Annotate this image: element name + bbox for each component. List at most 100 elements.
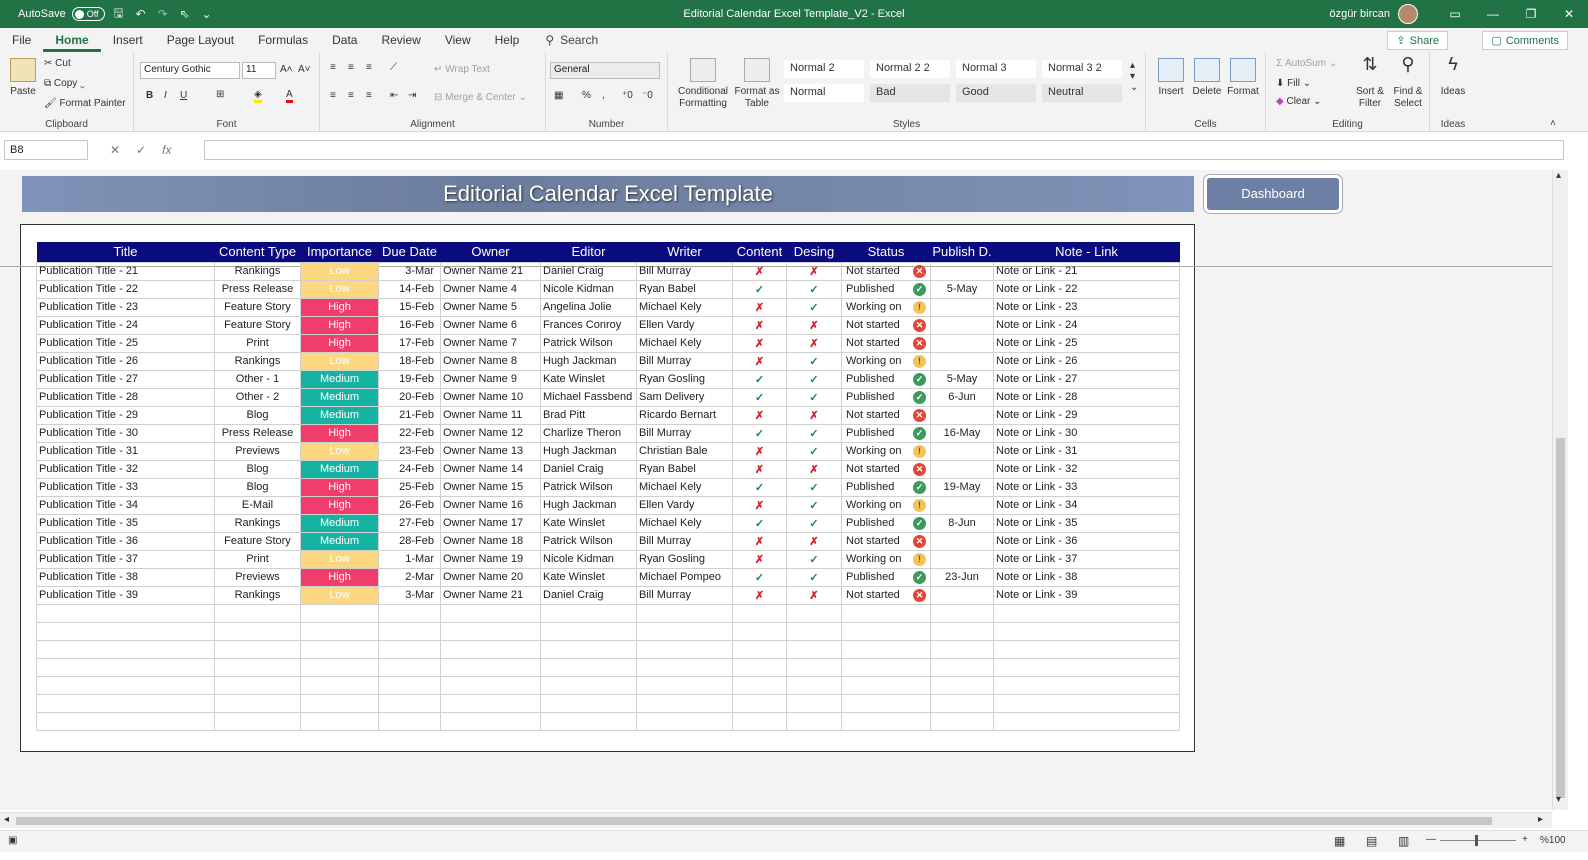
- empty-cell[interactable]: [841, 657, 931, 677]
- cell-importance[interactable]: Medium: [300, 387, 379, 407]
- empty-cell[interactable]: [993, 621, 1180, 641]
- col-header-content[interactable]: Content: [732, 242, 787, 262]
- cell-note-link[interactable]: Note or Link - 23: [993, 297, 1180, 317]
- style-bad[interactable]: Bad: [870, 84, 950, 102]
- cell-owner[interactable]: Owner Name 20: [440, 567, 541, 587]
- empty-cell[interactable]: [214, 603, 301, 623]
- cell-content[interactable]: ✗: [732, 333, 787, 353]
- cell-owner[interactable]: Owner Name 6: [440, 315, 541, 335]
- empty-cell[interactable]: [930, 639, 994, 659]
- cell-design[interactable]: ✓: [786, 387, 842, 407]
- minimize-icon[interactable]: —: [1474, 7, 1512, 21]
- cell-title[interactable]: Publication Title - 36: [36, 531, 215, 551]
- empty-cell[interactable]: [993, 639, 1180, 659]
- col-header-design[interactable]: Desing: [786, 242, 842, 262]
- cell-due-date[interactable]: 3-Mar: [378, 585, 441, 605]
- ribbon-display-icon[interactable]: ▭: [1436, 7, 1474, 21]
- wrap-text-button[interactable]: ↵ Wrap Text: [434, 64, 490, 75]
- cell-publish-date[interactable]: [930, 495, 994, 515]
- cell-writer[interactable]: Bill Murray: [636, 261, 733, 281]
- cell-editor[interactable]: Kate Winslet: [540, 513, 637, 533]
- cell-publish-date[interactable]: [930, 261, 994, 281]
- cell-writer[interactable]: Ryan Babel: [636, 459, 733, 479]
- cell-content-type[interactable]: Other - 2: [214, 387, 301, 407]
- cell-title[interactable]: Publication Title - 34: [36, 495, 215, 515]
- cell-content-type[interactable]: Other - 1: [214, 369, 301, 389]
- col-header-due-date[interactable]: Due Date: [378, 242, 441, 262]
- cell-writer[interactable]: Ryan Gosling: [636, 549, 733, 569]
- autosave-toggle[interactable]: Off: [71, 7, 105, 21]
- cell-status[interactable]: Working on!: [841, 549, 931, 569]
- empty-cell[interactable]: [930, 603, 994, 623]
- empty-cell[interactable]: [300, 621, 379, 641]
- cell-title[interactable]: Publication Title - 32: [36, 459, 215, 479]
- tab-help[interactable]: Help: [483, 28, 532, 52]
- empty-cell[interactable]: [300, 675, 379, 695]
- sort-filter-button[interactable]: ⇅ Sort & Filter: [1352, 55, 1388, 110]
- cell-writer[interactable]: Bill Murray: [636, 531, 733, 551]
- empty-cell[interactable]: [636, 621, 733, 641]
- empty-cell[interactable]: [732, 603, 787, 623]
- empty-cell[interactable]: [214, 657, 301, 677]
- cell-content-type[interactable]: Previews: [214, 567, 301, 587]
- empty-cell[interactable]: [440, 711, 541, 731]
- empty-cell[interactable]: [300, 711, 379, 731]
- cell-status[interactable]: Not started ✕: [841, 333, 931, 353]
- cell-design[interactable]: ✓: [786, 297, 842, 317]
- cell-owner[interactable]: Owner Name 19: [440, 549, 541, 569]
- cell-content[interactable]: ✗: [732, 531, 787, 551]
- empty-cell[interactable]: [993, 657, 1180, 677]
- cell-editor[interactable]: Nicole Kidman: [540, 279, 637, 299]
- cell-publish-date[interactable]: [930, 585, 994, 605]
- zoom-slider[interactable]: [1440, 840, 1516, 841]
- cell-owner[interactable]: Owner Name 13: [440, 441, 541, 461]
- cell-owner[interactable]: Owner Name 9: [440, 369, 541, 389]
- empty-cell[interactable]: [636, 675, 733, 695]
- style-good[interactable]: Good: [956, 84, 1036, 102]
- bold-icon[interactable]: B: [146, 90, 153, 101]
- cell-content[interactable]: ✗: [732, 459, 787, 479]
- cell-content-type[interactable]: Blog: [214, 459, 301, 479]
- scroll-left-icon[interactable]: ◂: [4, 814, 9, 825]
- vertical-scroll-thumb[interactable]: [1556, 438, 1565, 798]
- cell-due-date[interactable]: 17-Feb: [378, 333, 441, 353]
- empty-cell[interactable]: [540, 657, 637, 677]
- scroll-right-icon[interactable]: ▸: [1538, 814, 1543, 825]
- tab-review[interactable]: Review: [369, 28, 432, 52]
- page-layout-view-icon[interactable]: ▤: [1366, 834, 1377, 848]
- cell-due-date[interactable]: 14-Feb: [378, 279, 441, 299]
- cell-content-type[interactable]: Rankings: [214, 585, 301, 605]
- tab-file[interactable]: File: [0, 28, 43, 52]
- borders-icon[interactable]: ⊞: [216, 89, 224, 100]
- cell-publish-date[interactable]: 8-Jun: [930, 513, 994, 533]
- cell-content-type[interactable]: Rankings: [214, 351, 301, 371]
- cell-owner[interactable]: Owner Name 17: [440, 513, 541, 533]
- cell-note-link[interactable]: Note or Link - 25: [993, 333, 1180, 353]
- cell-note-link[interactable]: Note or Link - 34: [993, 495, 1180, 515]
- cell-content[interactable]: ✓: [732, 279, 787, 299]
- cell-owner[interactable]: Owner Name 15: [440, 477, 541, 497]
- empty-cell[interactable]: [636, 603, 733, 623]
- delete-cells-button[interactable]: Delete: [1190, 58, 1224, 98]
- cell-note-link[interactable]: Note or Link - 30: [993, 423, 1180, 443]
- increase-decimal-icon[interactable]: ⁺0: [622, 90, 633, 101]
- conditional-formatting-button[interactable]: Conditional Formatting: [672, 58, 734, 110]
- cell-status[interactable]: Working on!: [841, 351, 931, 371]
- cell-content-type[interactable]: Feature Story: [214, 315, 301, 335]
- col-header-content-type[interactable]: Content Type: [214, 242, 301, 262]
- cell-title[interactable]: Publication Title - 28: [36, 387, 215, 407]
- cell-editor[interactable]: Patrick Wilson: [540, 333, 637, 353]
- cell-publish-date[interactable]: [930, 549, 994, 569]
- cell-owner[interactable]: Owner Name 8: [440, 351, 541, 371]
- cell-writer[interactable]: Ryan Babel: [636, 279, 733, 299]
- comments-button[interactable]: ▢ Comments: [1482, 31, 1568, 50]
- cell-importance[interactable]: High: [300, 567, 379, 587]
- cell-importance[interactable]: High: [300, 297, 379, 317]
- empty-cell[interactable]: [540, 621, 637, 641]
- cell-publish-date[interactable]: 16-May: [930, 423, 994, 443]
- tab-view[interactable]: View: [433, 28, 483, 52]
- cell-note-link[interactable]: Note or Link - 37: [993, 549, 1180, 569]
- cell-design[interactable]: ✗: [786, 585, 842, 605]
- ideas-button[interactable]: ϟ Ideas: [1434, 55, 1472, 98]
- cell-editor[interactable]: Daniel Craig: [540, 585, 637, 605]
